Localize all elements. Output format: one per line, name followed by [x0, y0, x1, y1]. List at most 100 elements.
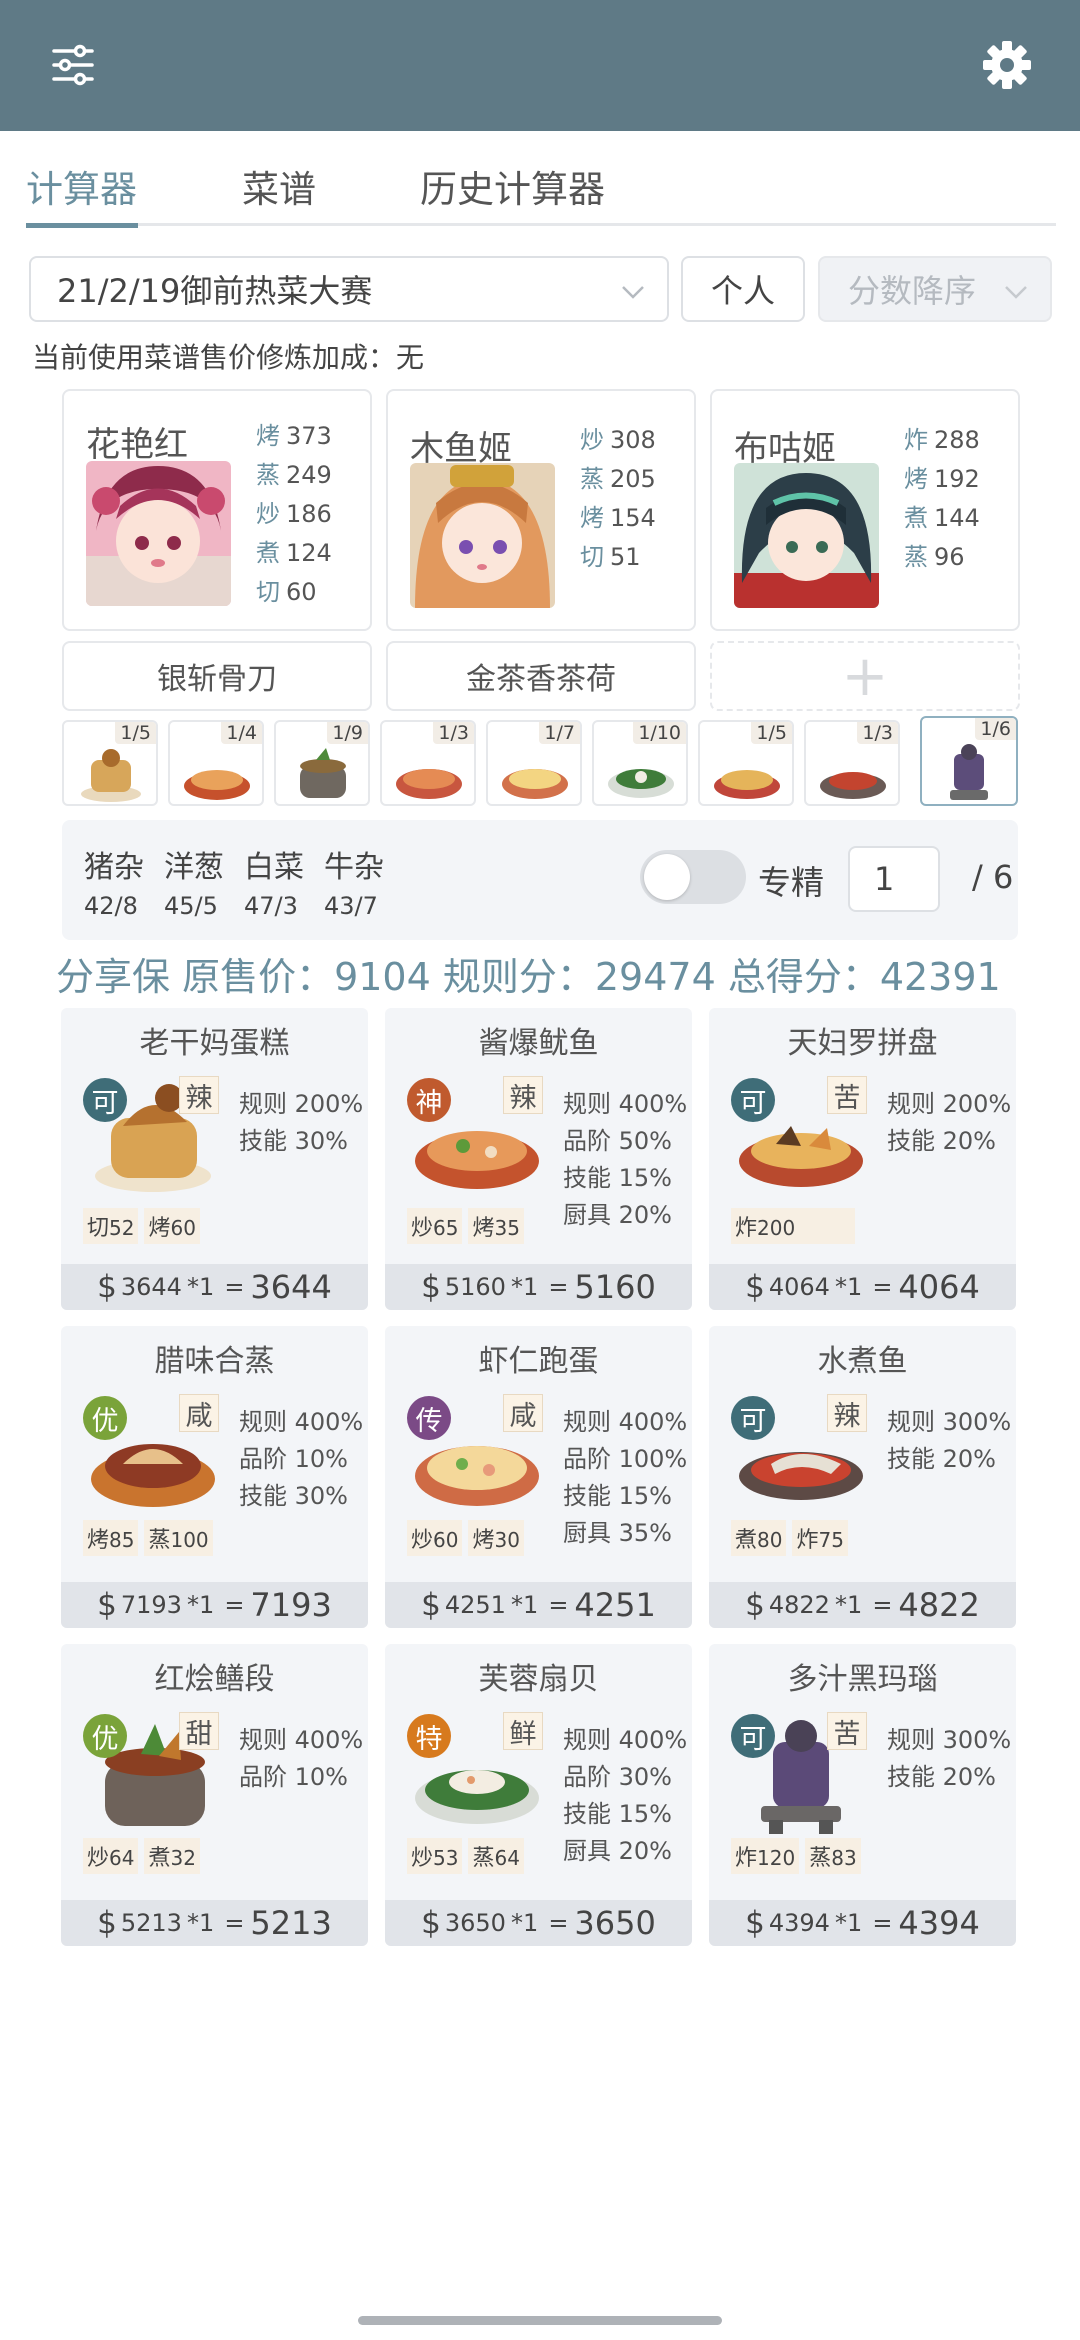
dish-thumb-selected[interactable]: 1/6	[920, 716, 1018, 806]
chef-name: 花艳红	[86, 425, 188, 465]
price-bar: $4251 *1 = 4251	[385, 1582, 692, 1628]
dish-requirements: 切52 烤60	[83, 1208, 200, 1244]
dish-card[interactable]: 芙蓉扇贝 特 鲜 规则 400% 品阶 30% 技能 15% 厨具 20% 炒53 蒸…	[385, 1644, 692, 1946]
dish-name: 红烩鳝段	[154, 1662, 275, 1697]
dish-card[interactable]: 酱爆鱿鱼 神 辣 规则 400% 品阶 50% 技能 15% 厨具 20% 炒65 烤…	[385, 1008, 692, 1310]
rarity-badge: 可	[83, 1078, 127, 1122]
dish-card[interactable]: 腊味合蒸 优 咸 规则 400% 品阶 10% 技能 30% 烤85 蒸100 $7…	[61, 1326, 368, 1628]
rarity-badge: 可	[731, 1714, 775, 1758]
dish-bonuses: 规则 200% 技能 20%	[887, 1090, 1012, 1155]
dish-bonuses: 规则 300% 技能 20%	[887, 1726, 1012, 1791]
flavor-tag: 辣	[827, 1394, 867, 1432]
tab-history[interactable]: 历史计算器	[420, 159, 605, 213]
quantity-max: / 6	[972, 858, 1014, 896]
chef-portrait	[734, 463, 879, 608]
dish-thumb[interactable]: 1/5	[698, 720, 794, 806]
score-summary: 分享保 原售价：9104 规则分：29474 总得分：42391	[56, 955, 1001, 999]
tab-recipes[interactable]: 菜谱	[242, 159, 316, 213]
add-equip-button[interactable]: +	[710, 641, 1020, 711]
dish-thumb[interactable]: 1/9	[274, 720, 370, 806]
dish-requirements: 煮80 炸75	[731, 1520, 848, 1556]
ingredient-item: 洋葱 45/5	[164, 850, 224, 920]
dish-thumb[interactable]: 1/4	[168, 720, 264, 806]
dish-thumb[interactable]: 1/3	[804, 720, 900, 806]
dish-requirements: 炒65 烤35	[407, 1208, 524, 1244]
flavor-tag: 辣	[503, 1076, 543, 1114]
price-bar: $4822 *1 = 4822	[709, 1582, 1016, 1628]
chef-card[interactable]: 花艳红 烤 373 蒸 249 炒 186 煮 124 切 60	[62, 389, 372, 631]
dish-card[interactable]: 多汁黑玛瑙 可 苦 规则 300% 技能 20% 炸120 蒸83 $4394 *…	[709, 1644, 1016, 1946]
tab-bar: 计算器 菜谱 历史计算器	[26, 131, 1056, 231]
dish-thumb[interactable]: 1/7	[486, 720, 582, 806]
chef-card[interactable]: 布咕姬 炸 288 烤 192 煮 144 蒸 96	[710, 389, 1020, 631]
chevron-down-icon	[619, 276, 647, 314]
dish-card[interactable]: 虾仁跑蛋 传 咸 规则 400% 品阶 100% 技能 15% 厨具 35% 炒60 …	[385, 1326, 692, 1628]
contest-select-value: 21/2/19御前热菜大赛	[57, 272, 373, 310]
dish-requirements: 炸200	[731, 1208, 856, 1244]
rarity-badge: 优	[83, 1396, 127, 1440]
tab-rail	[26, 223, 1056, 226]
dish-requirements: 炒60 烤30	[407, 1520, 524, 1556]
dish-bonuses: 规则 200% 技能 30%	[239, 1090, 364, 1155]
dish-card[interactable]: 水煮鱼 可 辣 规则 300% 技能 20% 煮80 炸75 $4822 *1 = 4…	[709, 1326, 1016, 1628]
dish-bonuses: 规则 400% 品阶 10%	[239, 1726, 364, 1791]
dish-name: 腊味合蒸	[154, 1344, 275, 1379]
flavor-tag: 苦	[827, 1712, 867, 1750]
dish-card[interactable]: 红烩鳝段 优 甜 规则 400% 品阶 10% 炒64 煮32 $5213 *1 =…	[61, 1644, 368, 1946]
flavor-tag: 甜	[179, 1712, 219, 1750]
specialize-toggle[interactable]	[640, 850, 746, 904]
equip-slot[interactable]: 银斩骨刀	[62, 641, 372, 711]
dish-name: 芙蓉扇贝	[478, 1662, 599, 1697]
flavor-tag: 鲜	[503, 1712, 543, 1750]
chevron-down-icon	[1002, 276, 1030, 314]
dish-bonuses: 规则 400% 品阶 30% 技能 15% 厨具 20%	[563, 1726, 688, 1865]
dish-requirements: 炸120 蒸83	[731, 1838, 861, 1874]
price-bar: $4064 *1 = 4064	[709, 1264, 1016, 1310]
flavor-tag: 辣	[179, 1076, 219, 1114]
sort-select-value: 分数降序	[848, 272, 977, 310]
rarity-badge: 特	[407, 1714, 451, 1758]
rarity-badge: 神	[407, 1078, 451, 1122]
rarity-badge: 优	[83, 1714, 127, 1758]
price-bar: $7193 *1 = 7193	[61, 1582, 368, 1628]
price-bar: $3650 *1 = 3650	[385, 1900, 692, 1946]
sort-select[interactable]: 分数降序	[818, 256, 1052, 322]
dish-name: 天妇罗拼盘	[787, 1026, 938, 1061]
gear-icon[interactable]	[972, 30, 1042, 100]
chef-skills: 炒 308 蒸 205 烤 154 切 51	[580, 426, 656, 571]
ingredient-item: 牛杂 43/7	[324, 850, 384, 920]
rarity-badge: 可	[731, 1078, 775, 1122]
dish-bonuses: 规则 400% 品阶 10% 技能 30%	[239, 1408, 364, 1510]
dish-bonuses: 规则 400% 品阶 100% 技能 15% 厨具 35%	[563, 1408, 688, 1547]
dish-requirements: 炒64 煮32	[83, 1838, 200, 1874]
dish-name: 酱爆鱿鱼	[478, 1026, 599, 1061]
price-bar: $5160 *1 = 5160	[385, 1264, 692, 1310]
flavor-tag: 苦	[827, 1076, 867, 1114]
rarity-badge: 可	[731, 1396, 775, 1440]
dish-thumb[interactable]: 1/3	[380, 720, 476, 806]
home-indicator[interactable]	[358, 2316, 722, 2325]
dish-name: 多汁黑玛瑙	[787, 1662, 938, 1697]
price-bar: $4394 *1 = 4394	[709, 1900, 1016, 1946]
sliders-icon[interactable]	[38, 30, 108, 100]
equip-slot[interactable]: 金茶香茶荷	[386, 641, 696, 711]
flavor-tag: 咸	[179, 1394, 219, 1432]
mode-button[interactable]: 个人	[681, 256, 805, 322]
quantity-input[interactable]: 1	[848, 846, 940, 912]
flavor-tag: 咸	[503, 1394, 543, 1432]
ingredient-item: 白菜 47/3	[244, 850, 304, 920]
dish-name: 水煮鱼	[817, 1344, 908, 1379]
dish-card[interactable]: 天妇罗拼盘 可 苦 规则 200% 技能 20% 炸200 $4064 *1 = 40…	[709, 1008, 1016, 1310]
chef-card[interactable]: 木鱼姬 炒 308 蒸 205 烤 154 切 51	[386, 389, 696, 631]
tab-calculator[interactable]: 计算器	[26, 159, 137, 213]
chef-portrait	[410, 463, 555, 608]
rarity-badge: 传	[407, 1396, 451, 1440]
dish-card[interactable]: 老干妈蛋糕 可 辣 规则 200% 技能 30% 切52 烤60 $3644 *1…	[61, 1008, 368, 1310]
contest-select[interactable]: 21/2/19御前热菜大赛	[29, 256, 669, 322]
price-bar: $3644 *1 = 3644	[61, 1264, 368, 1310]
dish-thumb[interactable]: 1/10	[592, 720, 688, 806]
toggle-knob	[644, 854, 690, 900]
dish-thumb[interactable]: 1/5	[62, 720, 158, 806]
dish-bonuses: 规则 300% 技能 20%	[887, 1408, 1012, 1473]
ingredient-item: 猪杂 42/8	[84, 850, 144, 920]
